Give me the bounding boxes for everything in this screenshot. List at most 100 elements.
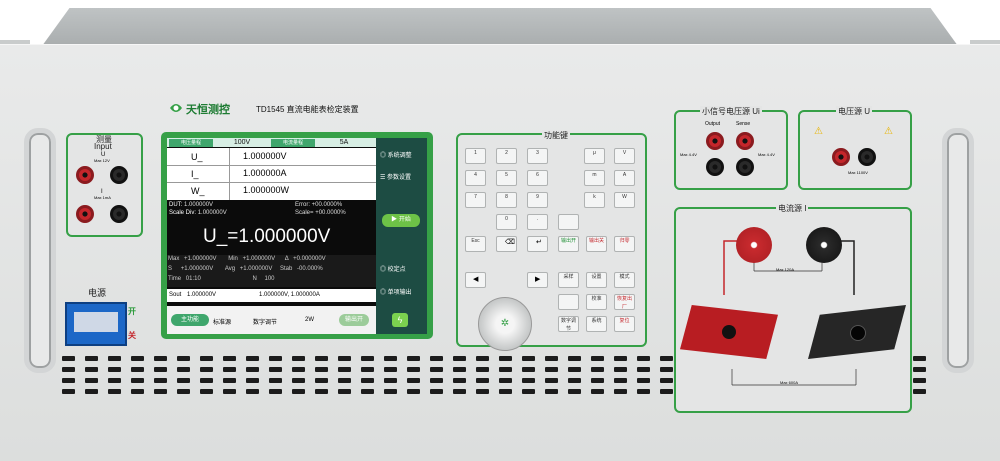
key-grid-6[interactable]: 系统: [586, 316, 607, 332]
stat-time-label: Time: [168, 276, 182, 282]
key-4[interactable]: 4: [465, 170, 486, 186]
small-output-red-jack[interactable]: [706, 132, 724, 150]
scale2-line: Scale= +00.0000%: [295, 210, 346, 216]
screen-side-menu: ◎ 系统调整 ☰ 参数设置 ▶ 开始 ◎ 校定点 ◎ 单项输出 ϟ: [376, 138, 427, 334]
measure-i-max: Max 1mA: [94, 195, 111, 200]
key-grid-1[interactable]: 设置: [586, 272, 607, 288]
key-5[interactable]: 5: [496, 170, 517, 186]
vent-slot: [177, 356, 190, 361]
vent-slot: [591, 356, 604, 361]
voltage-red-jack[interactable]: [832, 148, 850, 166]
key-unit-0[interactable]: μ: [584, 148, 605, 164]
reading-i-label: I_: [191, 169, 199, 179]
lightning-icon[interactable]: ϟ: [392, 313, 408, 327]
stat-min-label: Min: [228, 256, 238, 262]
key-unit-3[interactable]: A: [614, 170, 635, 186]
key-0[interactable]: 0: [496, 214, 517, 230]
vent-slot: [453, 389, 466, 394]
key-9[interactable]: 9: [527, 192, 548, 208]
key-grid-0-label: 采样: [563, 274, 574, 280]
vent-slot: [154, 378, 167, 383]
footer-2w[interactable]: 2W: [305, 317, 314, 323]
key-3[interactable]: 3: [527, 148, 548, 164]
key-blank[interactable]: [558, 214, 579, 230]
menu-system-adjust[interactable]: ◎ 系统调整: [380, 150, 412, 159]
vent-slot: [614, 367, 627, 372]
key-grid-7[interactable]: 复位: [614, 316, 635, 332]
tab-voltage-range[interactable]: 电压量程: [169, 139, 213, 147]
key-unit-1[interactable]: V: [614, 148, 635, 164]
vent-slot: [108, 378, 121, 383]
key-grid-0[interactable]: 采样: [558, 272, 579, 288]
measure-i-red-jack[interactable]: [76, 205, 94, 223]
voltage-range-value[interactable]: 100V: [215, 139, 269, 147]
key-unit-2[interactable]: m: [584, 170, 605, 186]
vent-slot: [476, 356, 489, 361]
key-2[interactable]: 2: [496, 148, 517, 164]
vent-slot: [545, 378, 558, 383]
key-output-off[interactable]: 输出关: [586, 236, 607, 252]
key-grid-blank[interactable]: [558, 294, 579, 310]
tab-current-range[interactable]: 电流量程: [271, 139, 315, 147]
key-output-on[interactable]: 输出开: [558, 236, 579, 252]
small-voltage-title: 小信号电压源 Ui: [700, 106, 762, 117]
key-1[interactable]: 1: [465, 148, 486, 164]
footer-standard-source[interactable]: 标准源: [213, 317, 231, 326]
key-unit-5-label: W: [622, 194, 627, 200]
key-unit-4[interactable]: k: [584, 192, 605, 208]
key-grid-5[interactable]: 数字调节: [558, 316, 579, 332]
vent-slot: [591, 389, 604, 394]
rotary-knob[interactable]: ✲: [478, 297, 532, 351]
current-small-black-terminal[interactable]: [806, 227, 842, 263]
key-esc[interactable]: Esc: [465, 236, 486, 252]
vent-slot: [62, 389, 75, 394]
key-grid-7-label: 复位: [619, 318, 630, 324]
reading-row-w: W_ 1.000000W: [167, 182, 376, 199]
small-sense-red-jack[interactable]: [736, 132, 754, 150]
footer-output-on[interactable]: 输出开: [339, 314, 369, 326]
stat-max-value: +1.000000V: [184, 256, 217, 262]
menu-param-settings[interactable]: ☰ 参数设置: [380, 172, 411, 181]
menu-start[interactable]: ▶ 开始: [382, 214, 420, 227]
power-switch[interactable]: [65, 302, 127, 346]
key-grid-3[interactable]: 校准: [586, 294, 607, 310]
menu-param-settings-label: 参数设置: [387, 175, 412, 181]
footer-main-function[interactable]: 主功能: [171, 314, 209, 326]
current-small-red-terminal[interactable]: [736, 227, 772, 263]
current-range-value[interactable]: 5A: [317, 139, 371, 147]
small-sense-black-jack[interactable]: [736, 158, 754, 176]
stat-delta-label: Δ: [284, 256, 289, 262]
reading-u-label: U_: [191, 152, 203, 162]
key-unit-5[interactable]: W: [614, 192, 635, 208]
model-title: TD1545 直流电能表检定装置: [256, 105, 359, 114]
key-dot[interactable]: .: [527, 214, 548, 230]
key-grid-2[interactable]: 模式: [614, 272, 635, 288]
key-7[interactable]: 7: [465, 192, 486, 208]
vent-slot: [85, 389, 98, 394]
menu-single-output[interactable]: ◎ 单项输出: [380, 287, 412, 296]
vent-slot: [292, 356, 305, 361]
vent-slot: [85, 378, 98, 383]
key-zero[interactable]: 归零: [614, 236, 635, 252]
key-grid-5-label: 数字调节: [560, 318, 576, 332]
small-output-black-jack[interactable]: [706, 158, 724, 176]
vent-slot: [200, 367, 213, 372]
vent-slot: [913, 356, 926, 361]
power-off-label: 关: [128, 331, 136, 340]
measure-u-red-jack[interactable]: [76, 166, 94, 184]
measure-i-black-jack[interactable]: [110, 205, 128, 223]
menu-calibration-point[interactable]: ◎ 校定点: [380, 264, 406, 273]
key-grid-4[interactable]: 恢复出厂: [614, 294, 635, 310]
measure-u-black-jack[interactable]: [110, 166, 128, 184]
reading-u-value: 1.000000V: [243, 151, 287, 161]
scale-label: Scale Div:: [169, 210, 197, 216]
voltage-black-jack[interactable]: [858, 148, 876, 166]
vent-slot: [108, 389, 121, 394]
lcd-screen: 电压量程 100V 电流量程 5A U_ 1.000000V I_ 1.0000…: [167, 138, 376, 334]
stat-n-value: 100: [264, 276, 275, 282]
key-6[interactable]: 6: [527, 170, 548, 186]
footer-digital-adjust[interactable]: 数字调节: [253, 317, 277, 326]
key-8[interactable]: 8: [496, 192, 517, 208]
error-label: Error:: [295, 202, 310, 208]
output-label: Sout: [169, 292, 182, 298]
